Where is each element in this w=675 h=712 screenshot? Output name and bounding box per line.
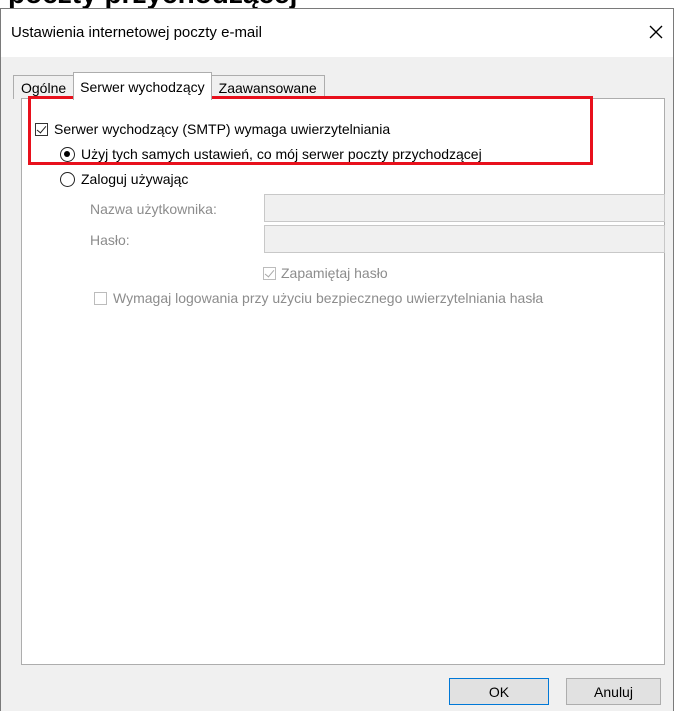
smtp-auth-label: Serwer wychodzący (SMTP) wymaga uwierzyt…: [54, 121, 391, 137]
email-settings-dialog: Ustawienia internetowej poczty e-mail Og…: [0, 8, 674, 711]
close-button[interactable]: [643, 19, 669, 45]
tab-advanced[interactable]: Zaawansowane: [210, 75, 325, 99]
remember-password-option[interactable]: Zapamiętaj hasło: [263, 265, 388, 281]
background-heading-strip: poczty przychodzącej: [0, 0, 675, 8]
username-field[interactable]: [264, 194, 665, 222]
tab-general[interactable]: Ogólne: [13, 75, 75, 99]
background-heading-text: poczty przychodzącej: [8, 0, 297, 8]
password-label: Hasło:: [90, 232, 130, 248]
title-bar: Ustawienia internetowej poczty e-mail: [1, 9, 673, 57]
spa-checkbox[interactable]: [94, 291, 107, 305]
smtp-auth-option[interactable]: Serwer wychodzący (SMTP) wymaga uwierzyt…: [35, 121, 390, 137]
outgoing-server-panel: Serwer wychodzący (SMTP) wymaga uwierzyt…: [21, 98, 665, 665]
dialog-title: Ustawienia internetowej poczty e-mail: [11, 24, 262, 41]
use-same-settings-option[interactable]: Użyj tych samych ustawień, co mój serwer…: [60, 146, 482, 162]
use-same-settings-label: Użyj tych samych ustawień, co mój serwer…: [81, 146, 482, 162]
login-using-option[interactable]: Zaloguj używając: [60, 171, 188, 187]
spa-option[interactable]: Wymagaj logowania przy użyciu bezpieczne…: [94, 290, 543, 306]
ok-button[interactable]: OK: [449, 678, 549, 705]
tab-strip: Ogólne Serwer wychodzący Zaawansowane: [13, 71, 325, 100]
login-using-label: Zaloguj używając: [81, 171, 189, 187]
remember-password-checkbox[interactable]: [263, 266, 276, 280]
password-field[interactable]: [264, 225, 665, 253]
cancel-button[interactable]: Anuluj: [566, 678, 661, 705]
close-icon: [649, 25, 663, 39]
tab-outgoing-server[interactable]: Serwer wychodzący: [73, 72, 212, 100]
username-label: Nazwa użytkownika:: [90, 201, 217, 217]
remember-password-label: Zapamiętaj hasło: [281, 265, 388, 281]
dialog-body: Ogólne Serwer wychodzący Zaawansowane Se…: [1, 57, 673, 711]
use-same-settings-radio[interactable]: [60, 146, 75, 162]
spa-label: Wymagaj logowania przy użyciu bezpieczne…: [113, 290, 544, 306]
smtp-auth-checkbox[interactable]: [35, 122, 48, 136]
login-using-radio[interactable]: [60, 171, 75, 187]
